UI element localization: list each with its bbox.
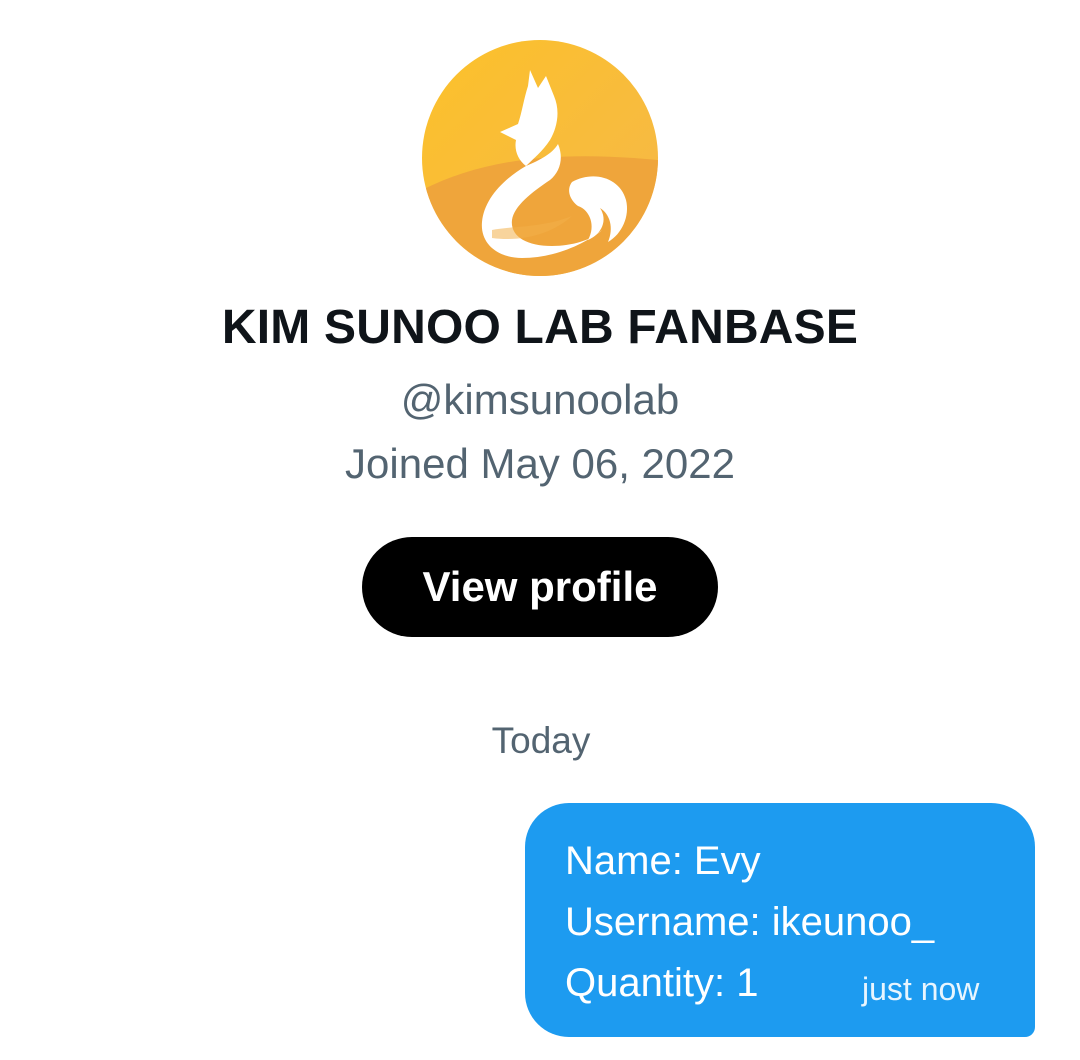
message-timestamp: just now (862, 971, 980, 1007)
profile-handle: @kimsunoolab (400, 376, 680, 423)
fox-logo-icon (422, 40, 658, 276)
date-separator: Today (491, 720, 591, 761)
sent-message-bubble[interactable]: Name: Evy Username: ikeunoo_ Quantity: 1… (525, 803, 1035, 1037)
message-line: Username: ikeunoo_ (565, 900, 935, 944)
view-profile-button[interactable]: View profile (362, 537, 718, 637)
message-line: Name: Evy (565, 839, 761, 883)
profile-name: KIM SUNOO LAB FANBASE (221, 301, 859, 354)
profile-joined-date: Joined May 06, 2022 (345, 440, 735, 487)
message-line: Quantity: 1 (565, 961, 759, 1005)
avatar[interactable] (422, 40, 658, 276)
